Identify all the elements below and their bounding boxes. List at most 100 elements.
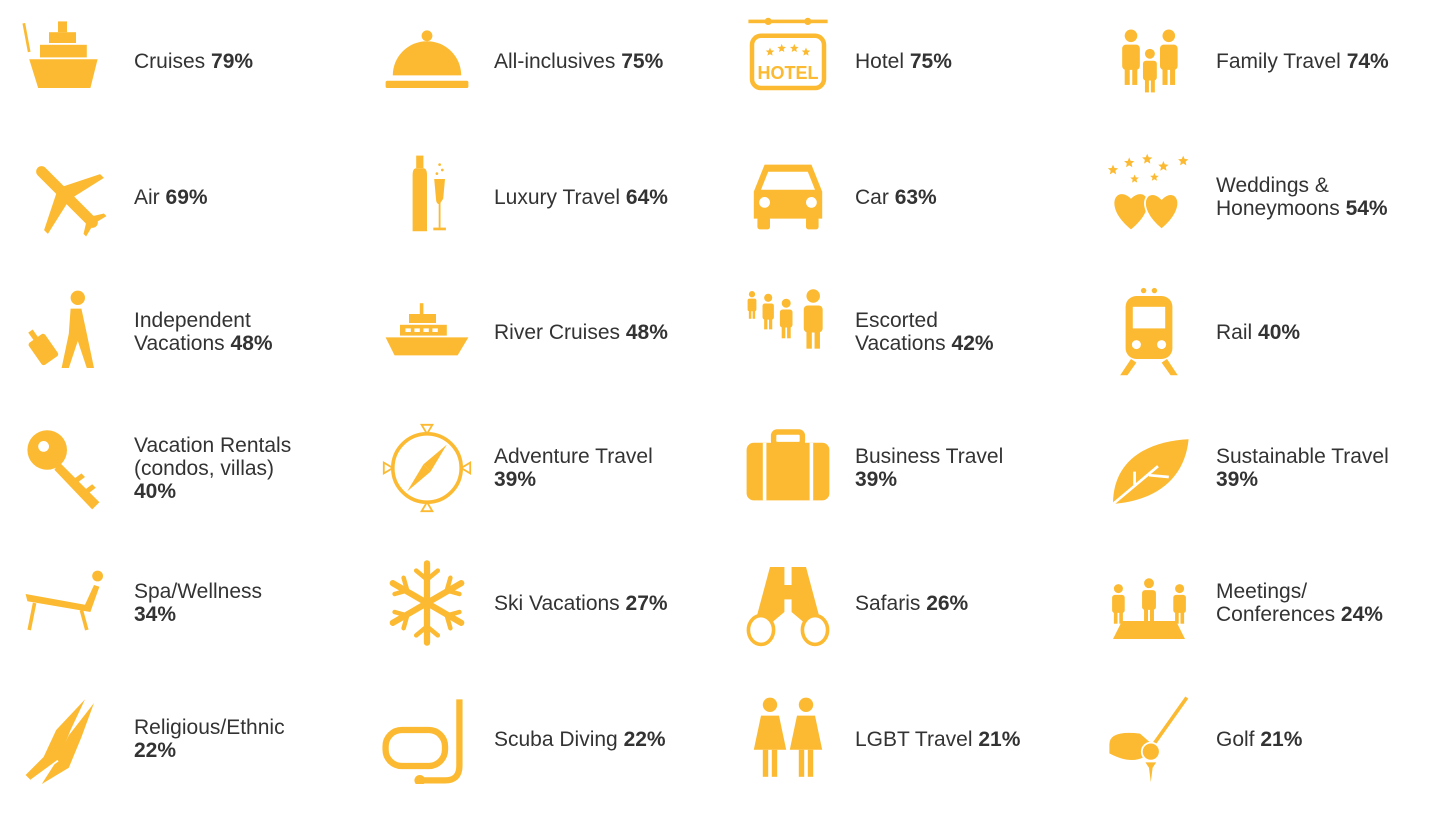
airplane-icon [22,152,112,242]
category-percent: 75% [909,49,952,73]
champagne-icon [382,152,472,242]
category-percent: 21% [1260,727,1303,751]
category-label: Golf 21% [1216,728,1302,751]
train-icon [1104,287,1194,377]
category-item: Rail 40% [1094,277,1429,412]
category-item: HOTEL Hotel 75% [733,6,1090,141]
category-label: Spa/Wellness 34% [134,580,262,626]
category-item: All-inclusives 75% [372,6,729,141]
category-percent: 22% [134,739,177,762]
binoculars-icon [743,558,833,648]
praying-hands-icon [22,694,112,784]
category-item: LGBT Travel 21% [733,684,1090,819]
category-label: Meetings/Conferences 24% [1216,580,1383,626]
category-percent: 22% [623,727,666,751]
category-percent: 21% [978,727,1021,751]
category-label: Hotel 75% [855,50,952,73]
lounge-chair-icon [22,558,112,648]
category-item: Meetings/Conferences 24% [1094,548,1429,683]
category-name-line: (condos, villas) [134,456,275,480]
category-item: River Cruises 48% [372,277,729,412]
category-percent: 74% [1346,49,1389,73]
category-name-line: Escorted [855,309,938,332]
category-name-line: Cruises [134,49,206,73]
category-percent: 69% [165,185,208,209]
category-name-line: Spa/Wellness [134,580,263,603]
yacht-icon [382,287,472,377]
category-name-line: Meetings/ [1216,580,1308,603]
category-item: Ski Vacations 27% [372,548,729,683]
category-label: Sustainable Travel 39% [1216,445,1389,491]
category-name-line: Ski Vacations [494,591,620,615]
category-item: Escorted Vacations 42% [733,277,1090,412]
category-label: Scuba Diving 22% [494,728,666,751]
category-item: Family Travel 74% [1094,6,1429,141]
hearts-stars-icon [1104,152,1194,242]
category-item: Sustainable Travel 39% [1094,413,1429,548]
golf-icon [1104,694,1194,784]
category-label: Weddings & Honeymoons 54% [1216,174,1388,220]
category-percent: 40% [1258,320,1301,344]
category-label: Family Travel 74% [1216,50,1389,73]
category-percent: 54% [1345,197,1388,220]
key-icon [22,423,112,513]
category-label: Religious/Ethnic 22% [134,716,285,762]
category-name-line: Vacations [134,332,225,355]
category-name-line: Car [855,185,889,209]
category-name-line: Family Travel [1216,49,1341,73]
category-label: Safaris 26% [855,592,968,615]
category-name-line: Adventure Travel [494,445,653,468]
category-name-line: Conferences [1216,603,1336,626]
category-label: All-inclusives 75% [494,50,663,73]
category-label: Cruises 79% [134,50,253,73]
leaf-icon [1104,423,1194,513]
category-item: Vacation Rentals (condos, villas) 40% [12,413,369,548]
cruise-ship-icon [22,16,112,106]
category-percent: 48% [230,332,273,355]
category-name-line: Sustainable Travel [1216,445,1389,468]
category-name-line: Business Travel [855,445,1004,468]
category-percent: 39% [855,468,898,491]
snorkel-mask-icon [382,694,472,784]
category-name-line: LGBT Travel [855,727,973,751]
category-label: Air 69% [134,186,208,209]
category-percent: 64% [625,185,668,209]
category-label: Rail 40% [1216,321,1300,344]
category-label: Ski Vacations 27% [494,592,668,615]
category-percent: 79% [211,49,254,73]
category-item: Business Travel 39% [733,413,1090,548]
meeting-table-icon [1104,558,1194,648]
category-name-line: Golf [1216,727,1255,751]
category-name-line: Vacations [855,332,946,355]
category-label: Escorted Vacations 42% [855,309,994,355]
category-percent: 39% [494,468,537,491]
category-item: Golf 21% [1094,684,1429,819]
category-name-line: Air [134,185,160,209]
compass-icon [382,423,472,513]
category-label: Vacation Rentals (condos, villas) 40% [134,434,291,503]
category-percent: 26% [926,591,969,615]
category-name-line: Scuba Diving [494,727,618,751]
category-item: Car 63% [733,142,1090,277]
category-label: Luxury Travel 64% [494,186,668,209]
category-name-line: Independent [134,309,251,332]
category-item: Weddings & Honeymoons 54% [1094,142,1429,277]
category-item: Air 69% [12,142,369,277]
category-name-line: Hotel [855,49,905,73]
category-item: Cruises 79% [12,6,369,141]
family-icon [1104,16,1194,106]
category-label: LGBT Travel 21% [855,728,1020,751]
category-name-line: Vacation Rentals [134,433,292,457]
category-name-line: Weddings & [1216,174,1329,197]
category-percent: 48% [625,320,668,344]
hotel-sign-text: HOTEL [758,63,819,83]
category-label: Adventure Travel 39% [494,445,653,491]
category-label: Car 63% [855,186,937,209]
category-percent: 75% [621,49,664,73]
category-name-line: Luxury Travel [494,185,621,209]
hotel-sign-icon: HOTEL [743,16,833,106]
serving-dome-icon [382,16,472,106]
category-item: Religious/Ethnic 22% [12,684,369,819]
category-name-line: Religious/Ethnic [134,716,285,739]
snowflake-icon [382,558,472,648]
